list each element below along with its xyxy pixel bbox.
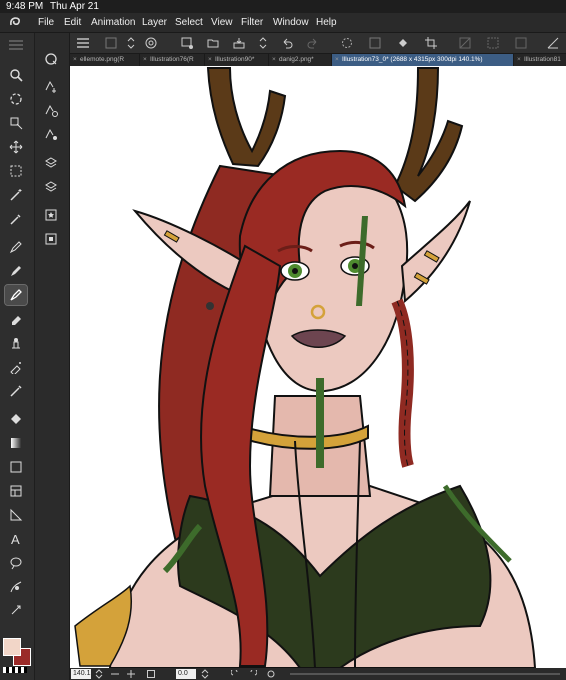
- navigator-icon[interactable]: [40, 229, 62, 249]
- menu-filter[interactable]: Filter: [241, 17, 263, 28]
- menu-layer[interactable]: Layer: [142, 17, 167, 28]
- zoom-icon[interactable]: [5, 65, 27, 85]
- layers-icon[interactable]: [40, 153, 62, 173]
- tab-illustration81[interactable]: × Illustration81: [514, 54, 566, 66]
- close-icon[interactable]: ×: [143, 54, 147, 66]
- invert-selection-icon[interactable]: [486, 36, 500, 50]
- pencil-icon[interactable]: [5, 261, 27, 281]
- status-footer: 140.1 0.0: [70, 668, 566, 680]
- tool-palette-menu-icon[interactable]: [5, 35, 27, 55]
- layer-stack-icon[interactable]: [40, 177, 62, 197]
- decoration-icon[interactable]: [5, 381, 27, 401]
- arrows-updown-icon[interactable]: [256, 36, 270, 50]
- menu-window[interactable]: Window: [273, 17, 309, 28]
- menu-file[interactable]: File: [38, 17, 54, 28]
- close-icon[interactable]: ×: [272, 54, 276, 66]
- menu-view[interactable]: View: [211, 17, 233, 28]
- selection-icon[interactable]: [514, 36, 528, 50]
- close-icon[interactable]: ×: [335, 54, 339, 66]
- horizontal-scrollbar[interactable]: [290, 673, 560, 675]
- document-tabs: × ellemote.png(R × Illustration76(R × Illus…: [70, 54, 566, 66]
- undo-icon[interactable]: [280, 36, 294, 50]
- object-select-icon[interactable]: [5, 113, 27, 133]
- blend-icon[interactable]: [5, 333, 27, 353]
- menu-select[interactable]: Select: [175, 17, 203, 28]
- tab-danig2[interactable]: × danig2.png*: [269, 54, 332, 66]
- menu-bar: File Edit Animation Layer Select View Fi…: [0, 13, 566, 33]
- move-icon[interactable]: [5, 137, 27, 157]
- tool-palette: A: [0, 33, 35, 680]
- loading-icon[interactable]: [340, 36, 354, 50]
- zoom-in-icon[interactable]: [126, 668, 136, 680]
- crop-icon[interactable]: [424, 36, 438, 50]
- status-date: Thu Apr 21: [50, 1, 99, 12]
- menu-icon[interactable]: [76, 36, 90, 50]
- fill-bucket-icon[interactable]: [396, 36, 410, 50]
- open-folder-icon[interactable]: [206, 36, 220, 50]
- new-canvas-icon[interactable]: [180, 36, 194, 50]
- eraser-icon[interactable]: [5, 309, 27, 329]
- magic-wand-icon[interactable]: [5, 185, 27, 205]
- fill-icon[interactable]: [5, 409, 27, 429]
- rotation-field[interactable]: 0.0: [176, 669, 196, 679]
- character-illustration: [74, 67, 537, 668]
- save-icon[interactable]: [232, 36, 246, 50]
- sub-tool-column: [35, 33, 70, 680]
- rotate-left-icon[interactable]: [230, 668, 240, 680]
- chevron-up-down-icon[interactable]: [200, 668, 210, 680]
- balloon-icon[interactable]: [5, 553, 27, 573]
- transform-icon[interactable]: [104, 36, 118, 50]
- status-time: 9:48 PM: [6, 1, 44, 12]
- brush-size-icon[interactable]: [40, 125, 62, 145]
- material-icon[interactable]: [40, 205, 62, 225]
- close-icon[interactable]: ×: [517, 54, 521, 66]
- ruler-icon[interactable]: [546, 36, 560, 50]
- close-icon[interactable]: ×: [73, 54, 77, 66]
- rotate-icon[interactable]: [5, 89, 27, 109]
- reset-rotation-icon[interactable]: [266, 668, 276, 680]
- layer-property-icon[interactable]: [40, 77, 62, 97]
- chevron-up-down-icon[interactable]: [94, 668, 104, 680]
- command-bar: [70, 33, 566, 54]
- swap-color-icon[interactable]: [5, 601, 27, 621]
- ruler-tool-icon[interactable]: [5, 505, 27, 525]
- svg-text:A: A: [11, 532, 20, 546]
- clip-studio-logo-icon[interactable]: [8, 16, 22, 29]
- arrows-updown-icon[interactable]: [124, 36, 138, 50]
- foreground-color-swatch[interactable]: [3, 638, 21, 656]
- settings-icon[interactable]: [144, 36, 158, 50]
- menu-edit[interactable]: Edit: [64, 17, 81, 28]
- menu-help[interactable]: Help: [316, 17, 337, 28]
- deselect-icon[interactable]: [458, 36, 472, 50]
- transparent-color-swatch[interactable]: [3, 667, 27, 673]
- tab-ellemote[interactable]: × ellemote.png(R: [70, 54, 140, 66]
- brush-icon[interactable]: [4, 284, 28, 306]
- gradient-icon[interactable]: [5, 433, 27, 453]
- marquee-icon[interactable]: [5, 161, 27, 181]
- status-bar: 9:48 PM Thu Apr 21: [0, 0, 566, 13]
- clear-icon[interactable]: [368, 36, 382, 50]
- menu-animation[interactable]: Animation: [91, 17, 135, 28]
- airbrush-icon[interactable]: [5, 357, 27, 377]
- drawing-canvas[interactable]: [70, 66, 566, 668]
- fit-screen-icon[interactable]: [146, 668, 156, 680]
- text-icon[interactable]: A: [5, 529, 27, 549]
- tab-illustration73[interactable]: × Illustration73_0* (2688 x 4315px 300dpi…: [332, 54, 514, 66]
- search-icon[interactable]: [40, 49, 62, 69]
- rotate-right-icon[interactable]: [248, 668, 258, 680]
- correct-line-icon[interactable]: [5, 577, 27, 597]
- redo-icon[interactable]: [306, 36, 320, 50]
- figure-icon[interactable]: [5, 457, 27, 477]
- eyedropper-icon[interactable]: [5, 209, 27, 229]
- tab-illustration76[interactable]: × Illustration76(R: [140, 54, 205, 66]
- tab-illustration90[interactable]: × Illustration90*: [205, 54, 269, 66]
- pen-icon[interactable]: [5, 237, 27, 257]
- zoom-out-icon[interactable]: [110, 668, 120, 680]
- frame-border-icon[interactable]: [5, 481, 27, 501]
- tool-property-icon[interactable]: [40, 101, 62, 121]
- zoom-field[interactable]: 140.1: [71, 669, 91, 679]
- close-icon[interactable]: ×: [208, 54, 212, 66]
